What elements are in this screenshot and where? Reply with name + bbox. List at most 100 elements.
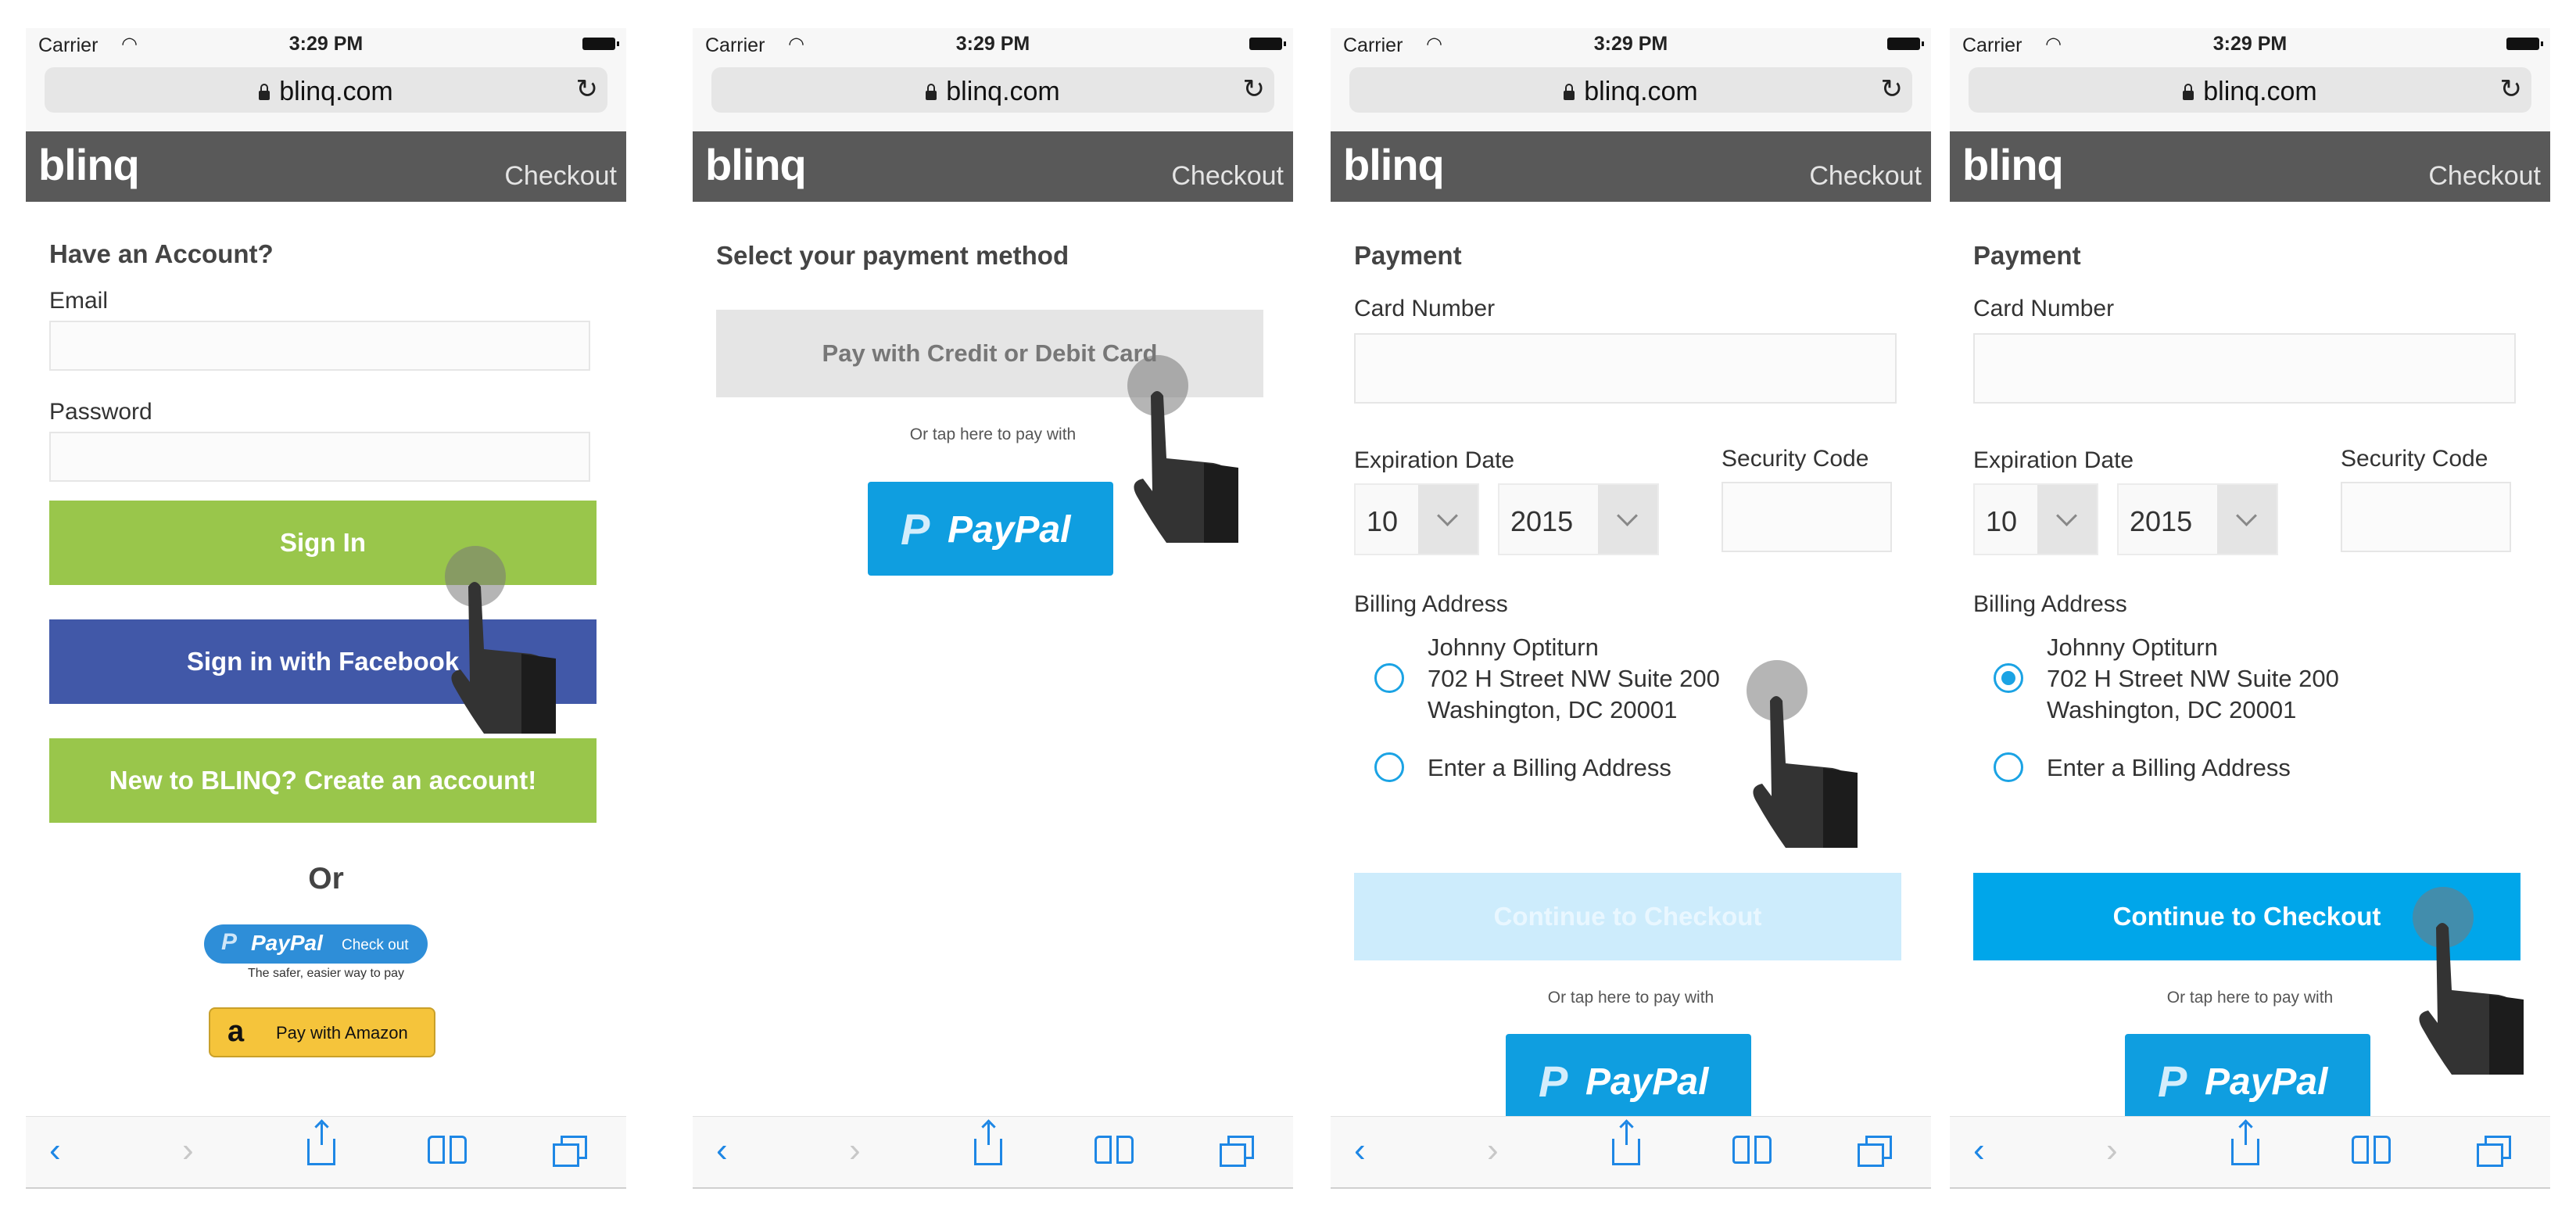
browser-toolbar: ‹ › bbox=[1331, 1116, 1931, 1189]
card-number-label: Card Number bbox=[1973, 296, 2115, 321]
book-icon[interactable] bbox=[1732, 1136, 1772, 1165]
paypal-wordmark: PayPal bbox=[2205, 1061, 2328, 1103]
paypal-wordmark: PayPal bbox=[948, 509, 1071, 551]
create-account-button[interactable]: New to BLINQ? Create an account! bbox=[49, 738, 597, 823]
paypal-icon: P bbox=[221, 929, 238, 955]
expiration-month-select[interactable]: 10 bbox=[1354, 483, 1479, 555]
pay-with-amazon-button[interactable]: a Pay with Amazon bbox=[209, 1007, 435, 1057]
address-bar[interactable]: blinq.com ↻ bbox=[1969, 67, 2531, 113]
month-value: 10 bbox=[1986, 505, 2018, 537]
tabs-icon[interactable] bbox=[553, 1136, 587, 1167]
chevron-right-icon[interactable]: › bbox=[182, 1131, 194, 1170]
share-icon[interactable] bbox=[974, 1123, 1002, 1165]
battery-icon bbox=[1887, 38, 1924, 50]
payment-method-content: Select your payment method Pay with Cred… bbox=[693, 202, 1293, 1118]
lock-icon bbox=[259, 84, 270, 100]
paypal-checkout-button[interactable]: P PayPal Check out bbox=[204, 924, 428, 964]
sign-in-content: Have an Account? Email Password Sign In … bbox=[26, 202, 626, 1118]
year-value: 2015 bbox=[2130, 505, 2193, 537]
chevron-left-icon[interactable]: ‹ bbox=[1973, 1131, 1985, 1170]
enter-billing-address-radio[interactable] bbox=[1374, 752, 1404, 782]
hand-pointer-icon bbox=[1739, 660, 1872, 848]
saved-address-radio[interactable] bbox=[1374, 663, 1404, 693]
paypal-button[interactable]: P PayPal bbox=[868, 482, 1113, 576]
lock-icon bbox=[2183, 84, 2194, 100]
status-bar: Carrier ◠ 3:29 PM bbox=[26, 28, 626, 64]
paypal-icon: P bbox=[901, 504, 930, 554]
tabs-icon[interactable] bbox=[1220, 1136, 1254, 1167]
share-icon[interactable] bbox=[2231, 1123, 2259, 1165]
email-field[interactable] bbox=[49, 321, 590, 371]
card-number-label: Card Number bbox=[1354, 296, 1496, 321]
phone-screen-payment-selected: Carrier ◠ 3:29 PM blinq.com ↻ blinq Chec… bbox=[1950, 28, 2550, 1189]
or-divider: Or bbox=[308, 862, 344, 896]
page-title: Have an Account? bbox=[49, 239, 274, 268]
blinq-logo: blinq bbox=[705, 140, 807, 189]
expiration-month-select[interactable]: 10 bbox=[1973, 483, 2098, 555]
book-icon[interactable] bbox=[2352, 1136, 2391, 1165]
chevron-left-icon[interactable]: ‹ bbox=[716, 1131, 728, 1170]
security-code-field[interactable] bbox=[2341, 482, 2511, 552]
phone-screen-sign-in: Carrier ◠ 3:29 PM blinq.com ↻ blinq Chec… bbox=[26, 28, 626, 1189]
address-name: Johnny Optiturn bbox=[2047, 634, 2218, 661]
blinq-logo: blinq bbox=[38, 140, 140, 189]
book-icon[interactable] bbox=[1095, 1136, 1134, 1165]
paypal-wordmark: PayPal bbox=[251, 931, 323, 955]
header-title: Checkout bbox=[2428, 161, 2541, 191]
enter-billing-address-radio[interactable] bbox=[1994, 752, 2023, 782]
url-text: blinq.com bbox=[2203, 77, 2317, 106]
amazon-label: Pay with Amazon bbox=[276, 1023, 408, 1043]
share-icon[interactable] bbox=[307, 1123, 335, 1165]
battery-icon bbox=[582, 38, 619, 50]
year-value: 2015 bbox=[1510, 505, 1574, 537]
chevron-right-icon[interactable]: › bbox=[2106, 1131, 2118, 1170]
amazon-icon: a bbox=[228, 1015, 245, 1048]
share-icon[interactable] bbox=[1612, 1123, 1640, 1165]
address-street: 702 H Street NW Suite 200 bbox=[2047, 665, 2339, 692]
header-title: Checkout bbox=[504, 161, 617, 191]
book-icon[interactable] bbox=[428, 1136, 467, 1165]
continue-to-checkout-button[interactable]: Continue to Checkout bbox=[1354, 873, 1901, 960]
page-title: Payment bbox=[1354, 241, 1462, 270]
reload-icon[interactable]: ↻ bbox=[1881, 74, 1904, 105]
password-field[interactable] bbox=[49, 432, 590, 482]
app-header: blinq Checkout bbox=[1331, 131, 1931, 202]
chevron-down-icon bbox=[1598, 485, 1657, 554]
saved-address-radio[interactable] bbox=[1994, 663, 2023, 693]
card-number-field[interactable] bbox=[1973, 333, 2516, 404]
address-city: Washington, DC 20001 bbox=[1428, 696, 1678, 723]
card-number-field[interactable] bbox=[1354, 333, 1897, 404]
reload-icon[interactable]: ↻ bbox=[2500, 74, 2523, 105]
expiration-year-select[interactable]: 2015 bbox=[2117, 483, 2278, 555]
paypal-icon: P bbox=[1539, 1057, 1568, 1106]
tabs-icon[interactable] bbox=[2477, 1136, 2511, 1167]
address-street: 702 H Street NW Suite 200 bbox=[1428, 665, 1720, 692]
chevron-right-icon[interactable]: › bbox=[1487, 1131, 1499, 1170]
paypal-button[interactable]: P PayPal bbox=[2125, 1034, 2370, 1128]
security-code-field[interactable] bbox=[1722, 482, 1892, 552]
clock: 3:29 PM bbox=[1593, 33, 1668, 55]
paypal-button[interactable]: P PayPal bbox=[1506, 1034, 1751, 1128]
chevron-right-icon[interactable]: › bbox=[849, 1131, 861, 1170]
browser-toolbar: ‹ › bbox=[693, 1116, 1293, 1189]
security-code-label: Security Code bbox=[1722, 446, 1869, 472]
blinq-logo: blinq bbox=[1343, 140, 1445, 189]
email-label: Email bbox=[49, 288, 109, 314]
expiration-year-select[interactable]: 2015 bbox=[1498, 483, 1659, 555]
reload-icon[interactable]: ↻ bbox=[576, 74, 599, 105]
chevron-left-icon[interactable]: ‹ bbox=[49, 1131, 61, 1170]
url-text: blinq.com bbox=[279, 77, 393, 106]
address-bar[interactable]: blinq.com ↻ bbox=[1349, 67, 1912, 113]
password-label: Password bbox=[49, 399, 152, 425]
tabs-icon[interactable] bbox=[1858, 1136, 1892, 1167]
paypal-wordmark: PayPal bbox=[1585, 1061, 1709, 1103]
address-bar[interactable]: blinq.com ↻ bbox=[45, 67, 607, 113]
page-title: Select your payment method bbox=[716, 241, 1069, 270]
browser-chrome: blinq.com ↻ bbox=[26, 64, 626, 131]
browser-chrome: blinq.com ↻ bbox=[693, 64, 1293, 131]
reload-icon[interactable]: ↻ bbox=[1243, 74, 1266, 105]
address-bar[interactable]: blinq.com ↻ bbox=[711, 67, 1274, 113]
phone-screen-payment-empty: Carrier ◠ 3:29 PM blinq.com ↻ blinq Chec… bbox=[1331, 28, 1931, 1189]
chevron-down-icon bbox=[1418, 485, 1478, 554]
chevron-left-icon[interactable]: ‹ bbox=[1354, 1131, 1366, 1170]
